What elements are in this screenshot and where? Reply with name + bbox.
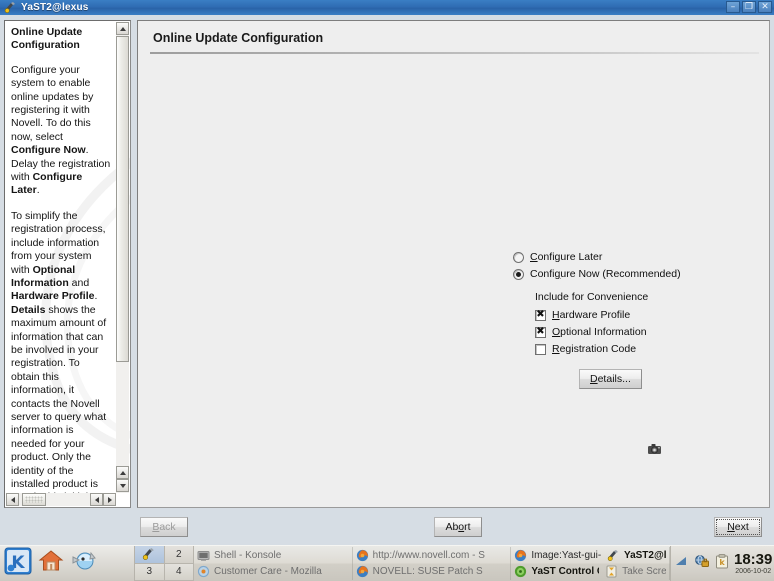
window-body: Online Update Configuration Configure yo… <box>0 15 774 545</box>
radio-selected-dot <box>516 271 521 277</box>
firefox-icon <box>356 565 369 578</box>
task-image-yast-gui[interactable]: Image:Yast-gui-you.jpg - YaST2@lexus <box>511 547 670 564</box>
k-menu-icon[interactable]: K <box>4 547 32 580</box>
home-icon[interactable] <box>38 548 64 579</box>
yast-icon <box>607 549 620 562</box>
details-button[interactable]: Details... <box>579 369 642 389</box>
checkbox-registration-code-label: Registration Code <box>552 343 637 355</box>
window-title: YaST2@lexus <box>21 2 89 13</box>
hourglass-icon <box>605 565 618 578</box>
help-horizontal-scrollbar[interactable] <box>6 493 116 506</box>
scroll-left-button[interactable] <box>6 493 19 506</box>
horizontal-scroll-thumb[interactable] <box>22 493 46 506</box>
task-label-screenshot: Take Screenshot <box>622 566 666 578</box>
scroll-up-button-lower[interactable] <box>116 466 129 479</box>
kde-taskbar: K 2 3 4 Shell - Konsole http://www.novel… <box>0 545 774 581</box>
desktop-1[interactable] <box>135 546 165 564</box>
scroll-up-button[interactable] <box>116 22 129 35</box>
radio-configure-now[interactable]: Configure Now (Recommended) <box>513 266 681 282</box>
checkbox-optional-information-label: Optional Information <box>552 326 647 338</box>
yast-icon <box>4 1 17 14</box>
radio-configure-now-indicator[interactable] <box>513 268 524 280</box>
checkbox-registration-code[interactable]: Registration Code <box>535 341 681 357</box>
abort-button[interactable]: Abort <box>434 516 482 537</box>
scroll-thumb-grip <box>25 496 43 503</box>
taskbar-window-list: Shell - Konsole http://www.novell.com - … <box>194 546 670 581</box>
scroll-left-button-2[interactable] <box>90 493 103 506</box>
svg-text:k: k <box>719 558 725 567</box>
task-label-yast2: YaST2@lexus <box>623 549 666 561</box>
volume-icon[interactable] <box>675 554 689 573</box>
task-label: http://www.novell.com - S <box>372 549 485 561</box>
task-novell-suse-patch[interactable]: NOVELL: SUSE Patch S <box>353 563 512 580</box>
task-label: NOVELL: SUSE Patch S <box>372 566 483 578</box>
task-yast-control-center[interactable]: YaST Control Center @ l Take Screenshot <box>511 563 670 580</box>
task-shell-konsole[interactable]: Shell - Konsole <box>194 547 353 564</box>
close-button[interactable]: ✕ <box>758 1 772 13</box>
desktop-4[interactable]: 4 <box>164 563 194 581</box>
task-customer-care[interactable]: Customer Care - Mozilla <box>194 563 353 580</box>
content-panel: Online Update Configuration Configure La… <box>137 20 770 508</box>
screenshot-camera-cursor-icon <box>647 442 663 456</box>
mozilla-icon <box>197 565 210 578</box>
desktop-pager: 2 3 4 <box>134 546 194 581</box>
vertical-scroll-thumb[interactable] <box>116 36 129 362</box>
details-button-wrapper: Details... <box>579 369 681 389</box>
help-vertical-scrollbar[interactable] <box>116 22 129 493</box>
help-title: Online Update Configuration <box>11 26 83 52</box>
desktop-3[interactable]: 3 <box>135 563 165 581</box>
heading-divider <box>150 52 759 54</box>
network-icon[interactable] <box>694 554 710 573</box>
checkbox-hardware-profile-indicator[interactable]: ✖ <box>535 309 546 321</box>
include-for-convenience-label: Include for Convenience <box>535 291 649 303</box>
update-config-form: Configure Later Configure Now (Recommend… <box>513 249 681 389</box>
help-text-body: Online Update Configuration Configure yo… <box>5 21 116 493</box>
wizard-button-bar: Back Abort Next <box>0 508 774 545</box>
maximize-button[interactable]: ❐ <box>742 1 756 13</box>
yast-icon <box>143 548 155 561</box>
help-panel: Online Update Configuration Configure yo… <box>4 20 131 508</box>
konsole-icon <box>197 549 210 562</box>
taskbar-launchers: K <box>0 546 134 581</box>
window-titlebar[interactable]: YaST2@lexus – ❐ ✕ <box>0 0 774 15</box>
taskbar-clock[interactable]: 18:39 2006-10-02 <box>734 552 774 576</box>
desktop-2[interactable]: 2 <box>164 546 194 564</box>
back-button[interactable]: Back <box>140 516 188 537</box>
firefox-icon <box>514 549 527 562</box>
page-title: Online Update Configuration <box>153 31 324 45</box>
task-label: YaST Control Center @ l <box>531 566 599 578</box>
checkbox-registration-code-indicator[interactable] <box>535 343 546 355</box>
task-label: Customer Care - Mozilla <box>214 566 322 578</box>
yast-green-icon <box>514 565 527 578</box>
radio-configure-later-label: Configure Later <box>530 251 603 263</box>
checkbox-hardware-profile-label: Hardware Profile <box>552 309 631 321</box>
help-paragraph-1: Configure your system to enable online u… <box>11 63 111 197</box>
clock-date: 2006-10-02 <box>735 567 772 575</box>
task-label: Image:Yast-gui-you.jpg - <box>531 549 601 561</box>
radio-configure-later-indicator[interactable] <box>513 251 524 263</box>
scroll-right-button[interactable] <box>103 493 116 506</box>
clock-time: 18:39 <box>734 550 773 568</box>
checkbox-optional-information-indicator[interactable]: ✖ <box>535 326 546 338</box>
task-novell-com[interactable]: http://www.novell.com - S <box>353 547 512 564</box>
checkbox-optional-information[interactable]: ✖ Optional Information <box>535 324 681 340</box>
radio-configure-now-label: Configure Now (Recommended) <box>530 268 681 280</box>
radio-configure-later[interactable]: Configure Later <box>513 249 681 265</box>
scroll-down-button[interactable] <box>116 479 129 492</box>
system-tray: k 18:39 2006-10-02 <box>670 546 774 581</box>
help-paragraph-2: To simplify the registration process, in… <box>11 209 107 493</box>
include-options-group: ✖ Hardware Profile ✖ Optional Informatio… <box>535 307 681 357</box>
checkbox-hardware-profile[interactable]: ✖ Hardware Profile <box>535 307 681 323</box>
firefox-icon <box>356 549 369 562</box>
klipper-icon[interactable]: k <box>715 553 729 574</box>
yast-window: YaST2@lexus – ❐ ✕ Online Update Configur… <box>0 0 774 545</box>
next-button[interactable]: Next <box>714 516 762 537</box>
task-label: Shell - Konsole <box>214 549 282 561</box>
minimize-button[interactable]: – <box>726 1 740 13</box>
konqueror-icon[interactable] <box>70 548 98 579</box>
